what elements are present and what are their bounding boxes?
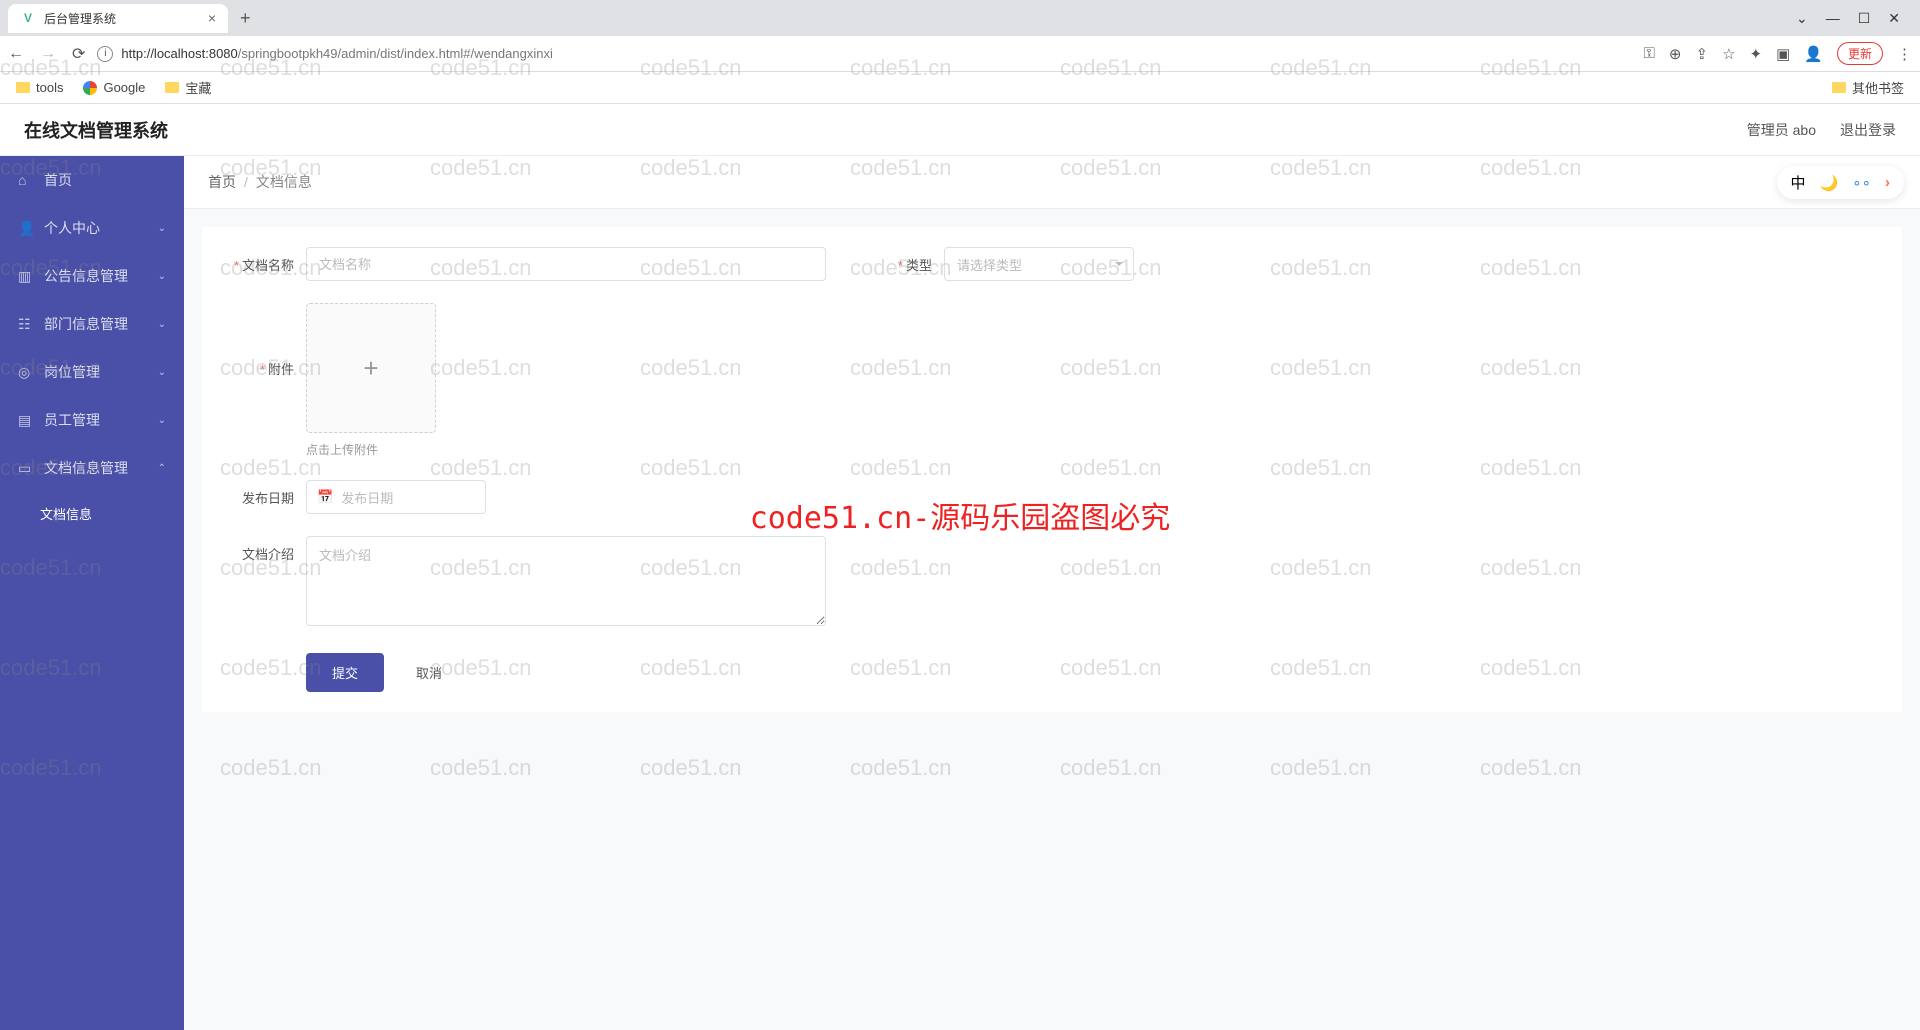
dots-icon[interactable]: ∘∘ xyxy=(1852,174,1871,192)
close-icon[interactable]: × xyxy=(208,10,216,26)
doc-icon: ▭ xyxy=(18,460,34,477)
folder-icon xyxy=(16,82,30,93)
new-tab-button[interactable]: + xyxy=(240,8,251,29)
chevron-down-icon: ⌄ xyxy=(158,271,166,282)
attach-label: *附件 xyxy=(218,303,294,378)
app-title: 在线文档管理系统 xyxy=(24,117,168,143)
breadcrumb-sep: / xyxy=(244,174,248,190)
breadcrumb-home[interactable]: 首页 xyxy=(208,172,236,192)
nav-arrows: ← → ⟳ xyxy=(8,44,85,64)
chevron-down-icon[interactable]: ⌄ xyxy=(1796,10,1808,27)
tab-bar: V 后台管理系统 × + ⌄ — ☐ ✕ xyxy=(0,0,1920,36)
float-tools: 中 🌙 ∘∘ › xyxy=(1777,166,1904,199)
header-right: 管理员 abo 退出登录 xyxy=(1747,120,1896,140)
breadcrumb: 首页 / 文档信息 xyxy=(184,156,1920,209)
app-header: 在线文档管理系统 管理员 abo 退出登录 xyxy=(0,104,1920,156)
url-text: http://localhost:8080/springbootpkh49/ad… xyxy=(121,46,552,61)
browser-tab[interactable]: V 后台管理系统 × xyxy=(8,4,228,33)
profile-icon[interactable]: 👤 xyxy=(1804,45,1823,63)
home-icon: ⌂ xyxy=(18,172,34,188)
upload-box[interactable]: + xyxy=(306,303,436,433)
url-field[interactable]: i http://localhost:8080/springbootpkh49/… xyxy=(97,46,1631,62)
type-select[interactable]: 请选择类型 xyxy=(944,247,1134,281)
folder-icon xyxy=(1832,82,1846,93)
doc-name-input[interactable] xyxy=(306,247,826,281)
address-bar: ← → ⟳ i http://localhost:8080/springboot… xyxy=(0,36,1920,72)
form-row-attach: *附件 + 点击上传附件 xyxy=(218,303,1886,458)
sidebar-item-staff[interactable]: ▤ 员工管理 ⌄ xyxy=(0,396,184,444)
address-icons: ⚿ ⊕ ⇪ ☆ ✦ ▣ 👤 更新 ⋮ xyxy=(1644,42,1913,65)
intro-textarea[interactable] xyxy=(306,536,826,626)
app-body: ⌂ 首页 👤 个人中心 ⌄ ▥ 公告信息管理 ⌄ ☷ 部门信息管理 ⌄ ◎ 岗位… xyxy=(0,156,1920,1030)
form-area: *文档名称 *类型 请选择类型 *附件 xyxy=(202,227,1902,712)
sidebar-item-position[interactable]: ◎ 岗位管理 ⌄ xyxy=(0,348,184,396)
zoom-icon[interactable]: ⊕ xyxy=(1669,45,1682,63)
site-info-icon[interactable]: i xyxy=(97,46,113,62)
plus-icon: + xyxy=(363,353,378,384)
collapse-icon[interactable]: › xyxy=(1885,174,1890,191)
bookmark-other[interactable]: 其他书签 xyxy=(1832,78,1904,97)
reload-button[interactable]: ⟳ xyxy=(72,44,85,64)
app-container: 在线文档管理系统 管理员 abo 退出登录 ⌂ 首页 👤 个人中心 ⌄ ▥ 公告… xyxy=(0,104,1920,1030)
main-content: 中 🌙 ∘∘ › 首页 / 文档信息 *文档名称 xyxy=(184,156,1920,1030)
breadcrumb-current: 文档信息 xyxy=(256,172,312,192)
chevron-down-icon: ⌄ xyxy=(158,223,166,234)
sidebar-item-dept[interactable]: ☷ 部门信息管理 ⌄ xyxy=(0,300,184,348)
dept-icon: ☷ xyxy=(18,316,34,333)
submit-button[interactable]: 提交 xyxy=(306,653,384,692)
star-icon[interactable]: ☆ xyxy=(1722,45,1735,63)
type-label: *类型 xyxy=(882,247,932,274)
window-controls: ⌄ — ☐ ✕ xyxy=(1796,10,1912,27)
google-icon xyxy=(83,81,97,95)
chevron-down-icon: ⌄ xyxy=(158,319,166,330)
sidebar-item-notice[interactable]: ▥ 公告信息管理 ⌄ xyxy=(0,252,184,300)
back-button[interactable]: ← xyxy=(8,45,24,63)
cancel-button[interactable]: 取消 xyxy=(416,663,442,682)
sidepanel-icon[interactable]: ▣ xyxy=(1776,45,1790,63)
share-icon[interactable]: ⇪ xyxy=(1696,45,1709,63)
sidebar-subitem-doc-info[interactable]: 文档信息 xyxy=(0,492,184,535)
bookmark-tools[interactable]: tools xyxy=(16,80,63,95)
publish-date-label: 发布日期 xyxy=(218,480,294,507)
publish-date-input[interactable]: 📅 发布日期 xyxy=(306,480,486,514)
form-row-name-type: *文档名称 *类型 请选择类型 xyxy=(218,247,1886,281)
sidebar-item-home[interactable]: ⌂ 首页 xyxy=(0,156,184,204)
bookmark-google[interactable]: Google xyxy=(83,80,145,95)
menu-icon[interactable]: ⋮ xyxy=(1897,45,1912,63)
upload-hint: 点击上传附件 xyxy=(306,441,436,458)
sidebar-item-doc-mgmt[interactable]: ▭ 文档信息管理 ⌃ xyxy=(0,444,184,492)
user-label[interactable]: 管理员 abo xyxy=(1747,120,1816,140)
calendar-icon: 📅 xyxy=(317,489,333,505)
lang-toggle[interactable]: 中 xyxy=(1791,172,1806,193)
forward-button[interactable]: → xyxy=(40,45,56,63)
bookmarks-bar: tools Google 宝藏 其他书签 xyxy=(0,72,1920,104)
chevron-down-icon: ⌄ xyxy=(158,415,166,426)
bookmark-treasure[interactable]: 宝藏 xyxy=(165,78,211,97)
sidebar: ⌂ 首页 👤 个人中心 ⌄ ▥ 公告信息管理 ⌄ ☷ 部门信息管理 ⌄ ◎ 岗位… xyxy=(0,156,184,1030)
form-row-intro: 文档介绍 xyxy=(218,536,1886,631)
tab-title: 后台管理系统 xyxy=(44,10,116,27)
folder-icon xyxy=(165,82,179,93)
key-icon[interactable]: ⚿ xyxy=(1644,45,1655,62)
chevron-down-icon: ⌄ xyxy=(158,367,166,378)
vue-icon: V xyxy=(20,10,36,26)
browser-chrome: V 后台管理系统 × + ⌄ — ☐ ✕ ← → ⟳ i http://loca… xyxy=(0,0,1920,104)
close-window-icon[interactable]: ✕ xyxy=(1888,10,1900,27)
logout-button[interactable]: 退出登录 xyxy=(1840,120,1896,140)
maximize-icon[interactable]: ☐ xyxy=(1858,10,1871,27)
sidebar-item-personal[interactable]: 👤 个人中心 ⌄ xyxy=(0,204,184,252)
target-icon: ◎ xyxy=(18,364,34,381)
extensions-icon[interactable]: ✦ xyxy=(1750,45,1763,63)
update-button[interactable]: 更新 xyxy=(1837,42,1883,65)
minimize-icon[interactable]: — xyxy=(1826,10,1840,26)
theme-icon[interactable]: 🌙 xyxy=(1820,174,1839,192)
staff-icon: ▤ xyxy=(18,412,34,429)
chevron-up-icon: ⌃ xyxy=(158,463,166,474)
chart-icon: ▥ xyxy=(18,268,34,285)
intro-label: 文档介绍 xyxy=(218,536,294,563)
user-icon: 👤 xyxy=(18,220,34,237)
doc-name-label: *文档名称 xyxy=(218,247,294,274)
button-row: 提交 取消 xyxy=(306,653,1886,692)
form-row-date: 发布日期 📅 发布日期 xyxy=(218,480,1886,514)
